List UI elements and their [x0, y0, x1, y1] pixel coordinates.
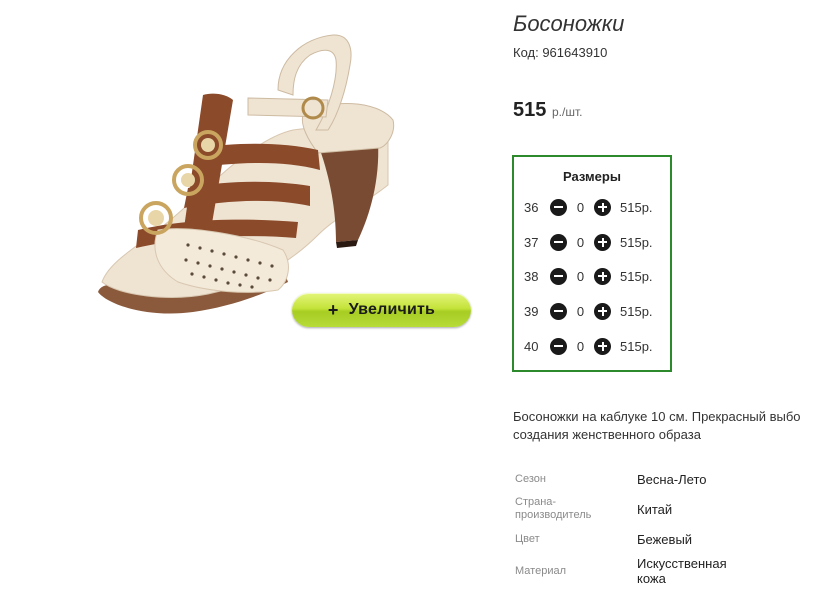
minus-icon[interactable] [550, 233, 567, 251]
plus-circle-icon[interactable] [594, 233, 611, 251]
size-row: 36 0 515р. [524, 197, 674, 217]
product-description: Босоножки на каблуке 10 см. Прекрасный в… [513, 408, 821, 444]
product-code: Код: 961643910 [513, 45, 608, 60]
product-title: Босоножки [513, 11, 625, 36]
size-value: 37 [524, 234, 539, 250]
prop-value-material: Искусственная кожа [637, 556, 727, 586]
quantity-value[interactable]: 0 [567, 304, 594, 319]
size-price: 515р. [620, 338, 653, 354]
prop-label-material: Материал [515, 565, 566, 577]
prop-label-country: Страна- производитель [515, 496, 592, 521]
prop-value-country: Китай [637, 502, 673, 517]
prop-value-color: Бежевый [637, 532, 693, 547]
prop-value-season: Весна-Лето [637, 472, 707, 487]
size-row: 40 0 515р. [524, 336, 674, 356]
quantity-value[interactable]: 0 [567, 200, 594, 215]
minus-icon[interactable] [550, 267, 567, 285]
size-row: 38 0 515р. [524, 266, 674, 286]
quantity-value[interactable]: 0 [567, 269, 594, 284]
plus-circle-icon[interactable] [594, 267, 611, 285]
size-price: 515р. [620, 268, 653, 284]
size-row: 39 0 515р. [524, 301, 674, 321]
plus-circle-icon[interactable] [594, 337, 611, 355]
size-price: 515р. [620, 234, 653, 250]
price-amount: 515 [513, 99, 547, 121]
zoom-label: Увеличить [348, 301, 436, 318]
minus-icon[interactable] [550, 198, 567, 216]
prop-label-color: Цвет [515, 533, 540, 545]
plus-icon: + [327, 299, 339, 320]
size-row: 37 0 515р. [524, 232, 674, 252]
size-value: 39 [524, 303, 539, 319]
minus-icon[interactable] [550, 337, 567, 355]
sizes-title: Размеры [563, 169, 621, 184]
size-value: 36 [524, 199, 539, 215]
size-price: 515р. [620, 303, 653, 319]
size-value: 38 [524, 268, 539, 284]
quantity-value[interactable]: 0 [567, 339, 594, 354]
description-line: создания женственного образа [513, 427, 701, 442]
size-price: 515р. [620, 199, 653, 215]
product-price: 515 р./шт. [513, 99, 582, 122]
description-line: Босоножки на каблуке 10 см. Прекрасный в… [513, 409, 801, 424]
product-page: + Увеличить Босоножки Код: 961643910 515… [0, 0, 821, 612]
sizes-panel: Размеры 36 0 515р. 37 0 515р. 38 0 515р.… [512, 155, 672, 372]
prop-label-season: Сезон [515, 473, 546, 485]
minus-icon[interactable] [550, 302, 567, 320]
quantity-value[interactable]: 0 [567, 235, 594, 250]
size-value: 40 [524, 338, 539, 354]
buckle-strap [247, 97, 329, 118]
zoom-button[interactable]: + Увеличить [292, 293, 471, 327]
plus-circle-icon[interactable] [594, 302, 611, 320]
plus-circle-icon[interactable] [594, 198, 611, 216]
price-unit: р./шт. [552, 105, 583, 119]
